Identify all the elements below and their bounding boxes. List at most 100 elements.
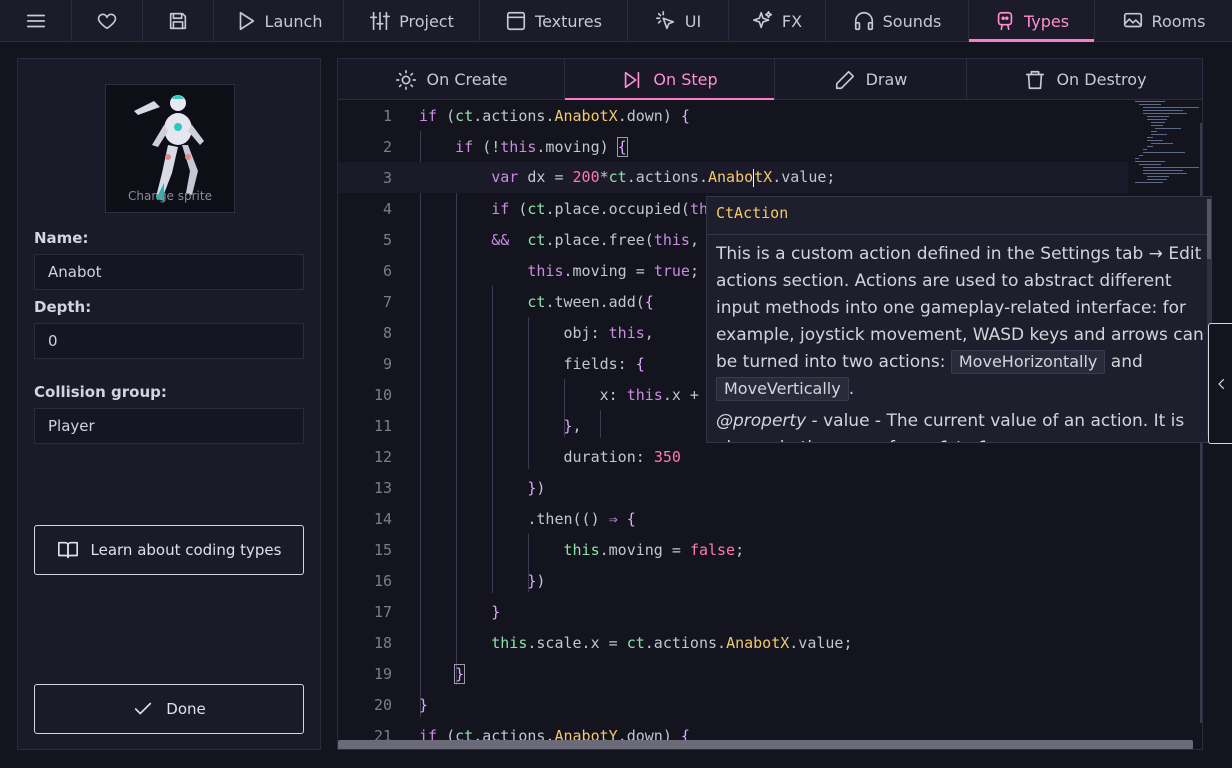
tooltip-description: This is a custom action defined in the S… [716, 241, 1206, 403]
chevron-left-icon [1217, 378, 1224, 389]
tab-on-step[interactable]: On Step [565, 59, 775, 100]
type-properties-panel: Change sprite Name: Anabot Depth: 0 Coll… [17, 58, 321, 750]
line-number: 3 [382, 168, 392, 187]
line-number: 17 [373, 602, 392, 621]
code-line: 15 this.moving = false; [338, 534, 1128, 565]
line-number: 18 [373, 633, 392, 652]
nav-fx-button[interactable]: FX [729, 0, 826, 42]
code-line: 17 } [338, 596, 1128, 627]
tooltip-code-move-horizontally: MoveHorizontally [950, 350, 1106, 374]
done-button[interactable]: Done [34, 684, 304, 734]
nav-save-button[interactable] [143, 0, 214, 42]
line-number: 13 [373, 478, 392, 497]
tooltip-title: CtAction [716, 204, 789, 222]
code-line: 14 .then(() ⇒ { [338, 503, 1128, 534]
nav-rooms-label: Rooms [1151, 11, 1206, 31]
line-number: 8 [382, 323, 392, 342]
nav-sounds-button[interactable]: Sounds [826, 0, 969, 42]
line-number: 2 [382, 137, 392, 156]
tab-on-destroy[interactable]: On Destroy [967, 59, 1202, 100]
nav-launch-label: Launch [264, 11, 323, 31]
cursor-click-icon [655, 11, 674, 30]
sparkles-icon [752, 11, 772, 29]
sun-icon [395, 69, 416, 90]
room-icon [1123, 12, 1142, 28]
code-line-current: 3 var dx = 200*ct.actions.AnabotX.value; [338, 162, 1128, 193]
nav-launch-button[interactable]: Launch [214, 0, 344, 42]
hover-tooltip: CtAction This is a custom action defined… [706, 196, 1212, 443]
collision-group-input[interactable]: Player [34, 408, 304, 444]
line-number: 9 [382, 354, 392, 373]
code-line: 2 if (!this.moving) { [338, 131, 1128, 162]
texture-icon [506, 11, 526, 31]
sliders-icon [370, 11, 391, 31]
editor-horizontal-scrollbar[interactable] [338, 740, 1193, 749]
collision-group-label: Collision group: [34, 383, 167, 401]
nav-textures-label: Textures [535, 11, 602, 31]
line-number: 16 [373, 571, 392, 590]
sprite-picker[interactable]: Change sprite [105, 84, 235, 213]
line-number: 14 [373, 509, 392, 528]
name-label: Name: [34, 229, 89, 247]
line-number: 11 [373, 416, 392, 435]
tab-on-step-label: On Step [653, 70, 718, 89]
save-icon [169, 12, 187, 30]
code-line: 19 } [338, 658, 1128, 689]
tooltip-and-text: and [1110, 352, 1143, 372]
trash-icon [1026, 70, 1045, 89]
event-tabs: On Create On Step Draw On Destroy [338, 59, 1202, 100]
code-minimap[interactable] [1133, 101, 1199, 191]
done-label: Done [166, 700, 206, 718]
nav-sounds-label: Sounds [882, 11, 942, 31]
line-number: 20 [373, 695, 392, 714]
line-number: 19 [373, 664, 392, 683]
code-line: 20} [338, 689, 1128, 720]
code-line: 12 duration: 350 [338, 441, 1128, 472]
line-number: 15 [373, 540, 392, 559]
name-input[interactable]: Anabot [34, 254, 304, 290]
tooltip-period: . [848, 379, 855, 399]
nav-types-button[interactable]: Types [969, 0, 1095, 42]
line-number: 7 [382, 292, 392, 311]
tab-draw[interactable]: Draw [775, 59, 967, 100]
nav-patrons-button[interactable] [72, 0, 143, 42]
tooltip-code-move-vertically: MoveVertically [716, 377, 849, 401]
headphones-icon [854, 12, 873, 31]
tab-on-destroy-label: On Destroy [1056, 70, 1147, 89]
nav-textures-button[interactable]: Textures [480, 0, 628, 42]
nav-project-button[interactable]: Project [344, 0, 480, 42]
line-number: 12 [373, 447, 392, 466]
code-line: 1 if (ct.actions.AnabotX.down) { [338, 100, 1128, 131]
tooltip-scroll-thumb[interactable] [1207, 199, 1211, 259]
nav-ui-button[interactable]: UI [628, 0, 729, 42]
tab-draw-label: Draw [865, 70, 908, 89]
code-line: 13 }) [338, 472, 1128, 503]
line-number: 6 [382, 261, 392, 280]
tooltip-divider [707, 234, 1211, 235]
side-panel-toggle[interactable] [1208, 323, 1232, 444]
code-line: 18 this.scale.x = ct.actions.AnabotX.val… [338, 627, 1128, 658]
text-cursor [753, 168, 755, 187]
nav-menu-button[interactable] [0, 0, 72, 42]
depth-input[interactable]: 0 [34, 323, 304, 359]
book-icon [57, 541, 78, 559]
top-navigation: Launch Project Textures UI FX Sounds Typ… [0, 0, 1232, 42]
nav-fx-label: FX [781, 11, 803, 31]
step-icon [625, 71, 640, 88]
learn-coding-types-label: Learn about coding types [90, 541, 282, 559]
tab-on-create[interactable]: On Create [338, 59, 565, 100]
nav-rooms-button[interactable]: Rooms [1095, 0, 1232, 42]
pencil-icon [835, 70, 854, 89]
learn-coding-types-button[interactable]: Learn about coding types [34, 525, 304, 575]
check-icon [135, 702, 152, 715]
nav-project-label: Project [399, 11, 454, 31]
tab-on-create-label: On Create [426, 70, 508, 89]
nav-ui-label: UI [684, 11, 702, 31]
tooltip-property-doc: @property - value - The current value of… [716, 408, 1206, 442]
nav-types-label: Types [1023, 11, 1070, 31]
play-icon [239, 11, 254, 31]
menu-icon [26, 14, 45, 28]
line-number: 5 [382, 230, 392, 249]
heart-icon [97, 13, 117, 30]
line-number: 1 [382, 106, 392, 125]
